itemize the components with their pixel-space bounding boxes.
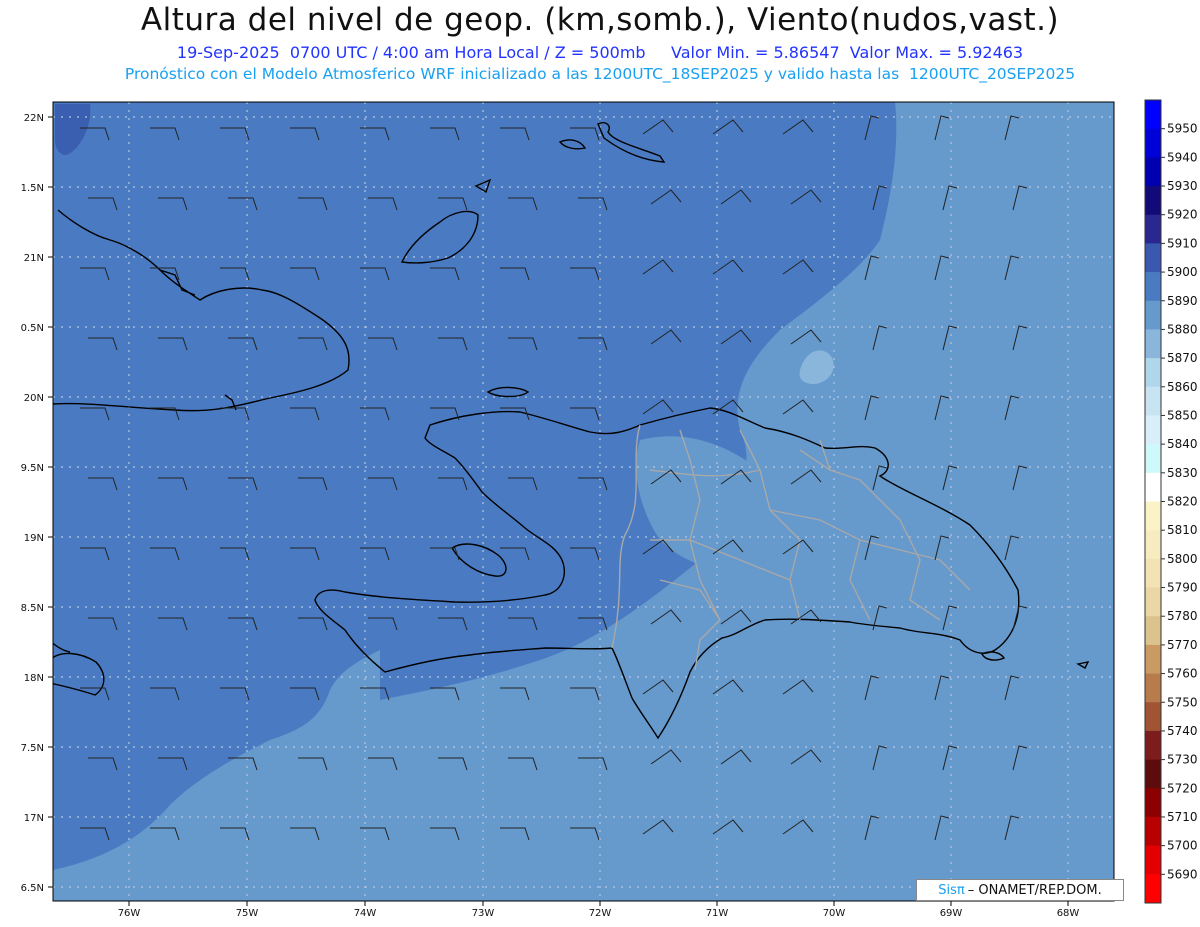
- colorbar-label: 5810: [1167, 523, 1198, 537]
- colorbar-label: 5830: [1167, 466, 1198, 480]
- colorbar-label: 5820: [1167, 495, 1198, 509]
- colorbar-label: 5930: [1167, 179, 1198, 193]
- colorbar-swatch: [1145, 874, 1161, 904]
- lat-label: 22N: [24, 113, 44, 124]
- colorbar-swatch: [1145, 329, 1161, 359]
- colorbar-swatch: [1145, 444, 1161, 474]
- colorbar-swatch: [1145, 501, 1161, 531]
- colorbar-swatch: [1145, 415, 1161, 445]
- colorbar-swatch: [1145, 730, 1161, 761]
- colorbar-swatch: [1145, 816, 1161, 847]
- colorbar-swatch: [1145, 214, 1161, 244]
- colorbar-label: 5720: [1167, 781, 1198, 795]
- colorbar-label: 5750: [1167, 695, 1198, 709]
- map-field: [53, 102, 1114, 901]
- lon-label: 69W: [940, 908, 963, 919]
- latitude-axis: [48, 116, 53, 888]
- lat-label: 7.5N: [21, 743, 44, 754]
- colorbar-label: 5950: [1167, 122, 1198, 136]
- lon-label: 68W: [1057, 908, 1080, 919]
- colorbar-swatch: [1145, 128, 1161, 158]
- lon-label: 72W: [589, 908, 612, 919]
- lat-label: 21N: [24, 253, 44, 264]
- colorbar-label: 5790: [1167, 581, 1198, 595]
- coast-cuba-west: [36, 202, 52, 216]
- colorbar-swatch: [1145, 558, 1161, 589]
- colorbar-label: 5850: [1167, 408, 1198, 422]
- lat-label: 0.5N: [21, 323, 44, 334]
- lat-label: 9.5N: [21, 463, 44, 474]
- lat-label: 6.5N: [21, 883, 44, 894]
- colorbar-label: 5690: [1167, 867, 1198, 881]
- colorbar-swatch: [1145, 472, 1161, 502]
- colorbar-label: 5700: [1167, 839, 1198, 853]
- geopotential-map: 76W 75W 74W 73W 72W 71W 70W 69W 68W 22N …: [21, 99, 1198, 919]
- longitude-axis: [128, 901, 1069, 906]
- latitude-labels: 22N 1.5N 21N 0.5N 20N 9.5N 19N 8.5N 18N …: [21, 113, 44, 894]
- colorbar-swatch: [1145, 386, 1161, 416]
- colorbar-swatch: [1145, 100, 1161, 130]
- colorbar-swatch: [1145, 673, 1161, 703]
- lat-label: 18N: [24, 673, 44, 684]
- lon-label: 76W: [118, 908, 141, 919]
- credit-text: – ONAMET/REP.DOM.: [967, 882, 1102, 898]
- colorbar-labels: 5950 5940 5930 5920 5910 5900 5890 5880 5870 5860…: [1167, 122, 1198, 882]
- lat-label: 20N: [24, 393, 44, 404]
- colorbar-label: 5860: [1167, 380, 1198, 394]
- colorbar-label: 5780: [1167, 609, 1198, 623]
- lat-label: 8.5N: [21, 603, 44, 614]
- lon-label: 74W: [354, 908, 377, 919]
- colorbar-swatch: [1145, 272, 1161, 302]
- colorbar-swatch: [1145, 702, 1161, 732]
- colorbar-label: 5770: [1167, 638, 1198, 652]
- colorbar-swatch: [1145, 644, 1161, 675]
- colorbar-swatch: [1145, 157, 1161, 187]
- colorbar-label: 5890: [1167, 294, 1198, 308]
- colorbar-swatch: [1145, 845, 1161, 875]
- colorbar: [1145, 100, 1165, 904]
- lon-label: 71W: [706, 908, 729, 919]
- colorbar-swatch: [1145, 243, 1161, 273]
- colorbar-swatch: [1145, 530, 1161, 560]
- colorbar-label: 5760: [1167, 667, 1198, 681]
- credit-box: Sisπ – ONAMET/REP.DOM.: [916, 879, 1124, 901]
- colorbar-label: 5800: [1167, 552, 1198, 566]
- lon-label: 75W: [236, 908, 259, 919]
- colorbar-swatch: [1145, 788, 1161, 818]
- colorbar-label: 5710: [1167, 810, 1198, 824]
- credit-brand: Sisπ: [938, 882, 965, 898]
- colorbar-label: 5870: [1167, 351, 1198, 365]
- lon-label: 70W: [823, 908, 846, 919]
- colorbar-label: 5880: [1167, 322, 1198, 336]
- colorbar-swatch: [1145, 616, 1161, 646]
- colorbar-swatch: [1145, 358, 1161, 388]
- lon-label: 73W: [472, 908, 495, 919]
- colorbar-swatch: [1145, 759, 1161, 789]
- colorbar-label: 5910: [1167, 236, 1198, 250]
- lat-label: 17N: [24, 813, 44, 824]
- colorbar-label: 5740: [1167, 724, 1198, 738]
- colorbar-label: 5730: [1167, 753, 1198, 767]
- longitude-labels: 76W 75W 74W 73W 72W 71W 70W 69W 68W: [118, 908, 1080, 919]
- colorbar-label: 5900: [1167, 265, 1198, 279]
- colorbar-swatch: [1145, 300, 1161, 330]
- colorbar-swatch: [1145, 186, 1161, 216]
- lat-label: 19N: [24, 533, 44, 544]
- colorbar-label: 5840: [1167, 437, 1198, 451]
- colorbar-swatch: [1145, 587, 1161, 617]
- colorbar-label: 5940: [1167, 150, 1198, 164]
- colorbar-label: 5920: [1167, 208, 1198, 222]
- lat-label: 1.5N: [21, 183, 44, 194]
